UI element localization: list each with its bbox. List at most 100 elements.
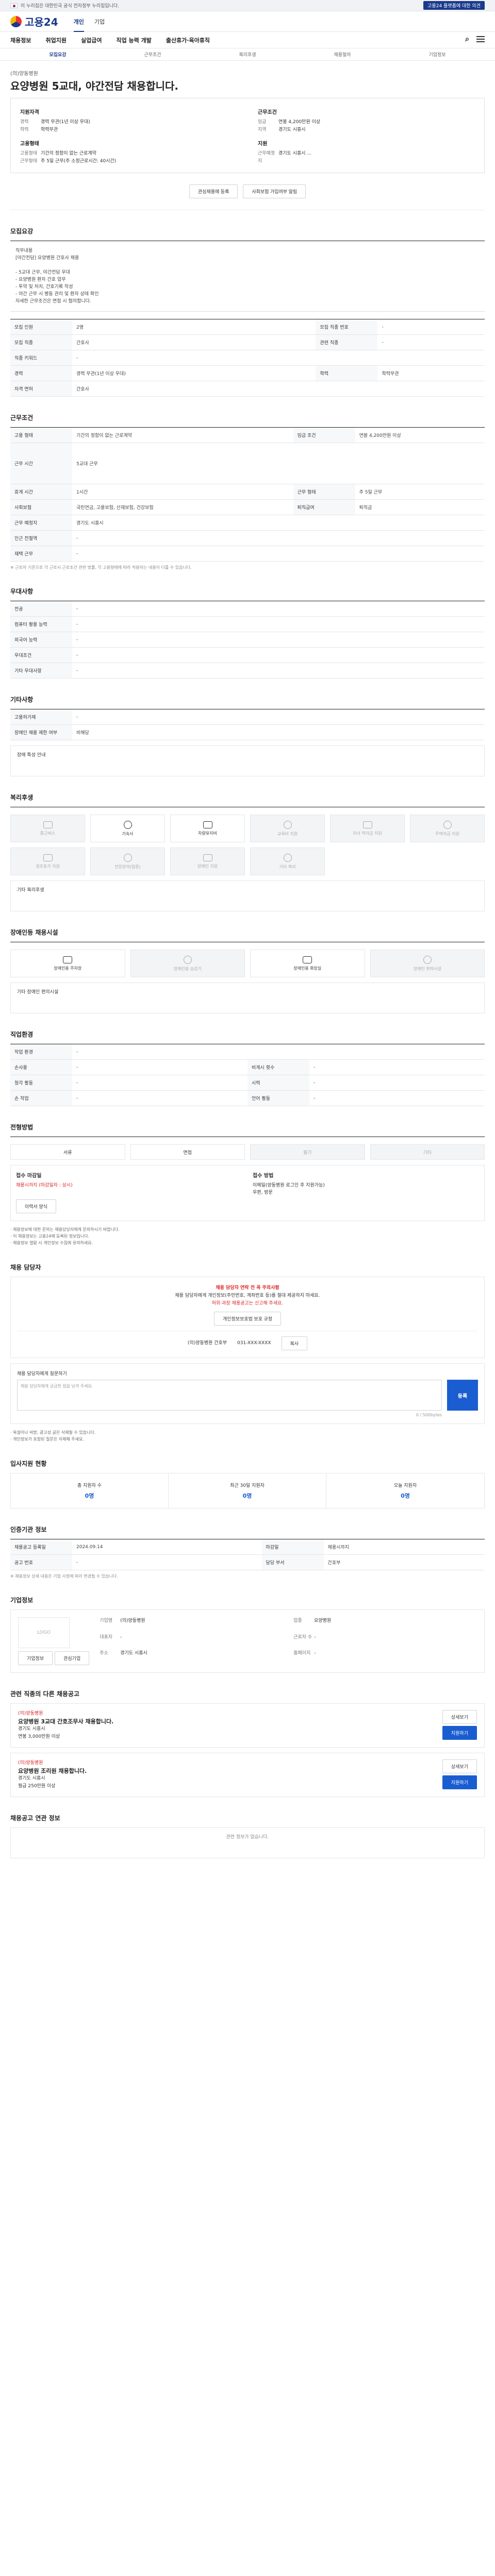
- deadline: 채용시까지 (마감일자 : 상시): [16, 1183, 73, 1188]
- kv-row: 지역 경기도 시흥시: [258, 127, 306, 132]
- tab-company[interactable]: 기업: [94, 18, 105, 26]
- related-item[interactable]: (의)양동병원 요양병원 조리원 채용합니다. 경기도 시흥시 월급 250만원…: [10, 1753, 485, 1797]
- feedback-pill[interactable]: 고용24 플랫폼에 대한 의견: [423, 1, 485, 10]
- summary-box: 지원자격 경력 경력 무관(1년 이상 우대) 학력 학력무관 고용형태 고용형태 기…: [10, 98, 485, 173]
- welfare-icon: [123, 853, 132, 862]
- section-disabled: 장애인등 채용시설 장애인용 주차장 장애인용 승강기 장애인용 화장실 장애인 편의…: [10, 911, 485, 1013]
- kv-row: 근무예정지 경기도 시흥시 ...: [258, 151, 311, 164]
- etc-note-box: 장애 특성 안내: [10, 745, 485, 776]
- detail-button[interactable]: 상세보기: [442, 1710, 477, 1724]
- welfare-card: 전문분야(업종): [90, 848, 165, 875]
- apply-info: 접수 마감일 채용시까지 (마감일자 : 상시) 이력서 양식 접수 방법 이메…: [10, 1165, 485, 1221]
- question-textarea[interactable]: 채용 담당자에게 궁금한 점을 남겨 주세요.: [17, 1380, 442, 1411]
- privacy-button[interactable]: 개인정보보호법 보호 규정: [213, 1312, 282, 1326]
- welfare-card: 통근버스: [10, 815, 85, 842]
- table-row: 청각 활동 - 시력 -: [10, 1075, 485, 1091]
- company-name[interactable]: (의)양동병원: [10, 69, 485, 77]
- section-title: 기업정보: [10, 1597, 34, 1604]
- welfare-icon: [43, 821, 53, 828]
- byte-count: 0 / 500bytes: [416, 1413, 442, 1417]
- kv-row: 고용형태 기간의 정함이 없는 근로계약: [20, 151, 96, 156]
- table-row: 외국어 능력 -: [10, 632, 485, 648]
- process-step: 필기: [250, 1144, 365, 1160]
- subtab[interactable]: 근무조건: [105, 51, 200, 58]
- subtab[interactable]: 복리후생: [200, 51, 295, 58]
- table-row: 우대조건 -: [10, 647, 485, 663]
- apply-button[interactable]: 지원하기: [442, 1775, 477, 1789]
- section-manager: 채용 담당자 채용 담당자 연락 전 꼭 주의사항 채용 담당자에게 개인정보(…: [10, 1246, 485, 1443]
- welfare-label: 교육비 지원: [277, 831, 298, 836]
- related-item[interactable]: (의)양동병원 요양병원 3교대 간호조무사 채용합니다. 경기도 시흥시 연봉…: [10, 1703, 485, 1748]
- section-title: 우대사항: [10, 588, 34, 595]
- table-row: 고용허가제 -: [10, 709, 485, 725]
- section-similar: 채용공고 연관 정보 관련 정보가 없습니다.: [10, 1797, 485, 1858]
- section-related: 관련 직종의 다른 채용공고 (의)양동병원 요양병원 3교대 간호조무사 채용…: [10, 1673, 485, 1797]
- kv-row: 경력 경력 무관(1년 이상 우대): [20, 120, 90, 125]
- detail-button[interactable]: 상세보기: [442, 1759, 477, 1773]
- insurance-button[interactable]: 사회보험 가입여부 알림: [243, 184, 306, 198]
- hamburger-icon[interactable]: [476, 36, 485, 42]
- subtab[interactable]: 모집요강: [10, 51, 105, 58]
- gnb-item[interactable]: 채용정보: [10, 36, 31, 44]
- info-note: ※ 채용정보 상세 내용은 기업 사정에 따라 변경될 수 있습니다.: [10, 1574, 118, 1579]
- gnb-item[interactable]: 출산휴가·육아휴직: [166, 36, 210, 44]
- table-row: 작업 환경 -: [10, 1044, 485, 1060]
- copy-button[interactable]: 복사: [281, 1336, 308, 1350]
- section-title: 복리후생: [10, 794, 34, 801]
- section-info: 인증기관 정보 채용공고 등록일 2024.09.14 마감일 채용시까지 공고 번호…: [10, 1509, 485, 1579]
- table-row: 고용 형태 기간의 정함이 없는 근로계약 임금 조건 연봉 4,200만원 이상: [10, 427, 485, 443]
- apply-button[interactable]: 지원하기: [442, 1726, 477, 1740]
- table-row: 공고 번호 - 담당 부서 간호부: [10, 1554, 485, 1570]
- stat-total: 총 지원자 수 0명: [11, 1473, 169, 1508]
- table-row: 자격 면허 간호사: [10, 381, 485, 397]
- process-step: 면접: [130, 1144, 245, 1160]
- resume-form-button[interactable]: 이력서 양식: [16, 1199, 56, 1213]
- welfare-label: 기숙사: [122, 831, 134, 836]
- table-row: 근무 시간 5교대 근무: [10, 443, 485, 484]
- job-table: 작업 환경 - 손사용 - 비게시 횟수 - 청각 활동 - 시력 - 손 작업 - 언어 활동 -: [10, 1044, 485, 1106]
- apply-method: 이메일(양동병원 로그인 후 지원가능): [253, 1183, 325, 1188]
- disabled-label: 장애인용 화장실: [293, 965, 322, 971]
- fav-company-button[interactable]: 관심기업: [55, 1651, 90, 1665]
- manager-tel: 031-XXX-XXXX: [237, 1341, 271, 1346]
- table-row: 컴퓨터 활용 능력 -: [10, 616, 485, 632]
- kv-row: 학력 학력무관: [20, 127, 58, 132]
- submit-question-button[interactable]: 등록: [447, 1380, 478, 1411]
- welfare-label: 장애인 지원: [197, 863, 218, 869]
- disabled-icon: [183, 955, 192, 964]
- gnb-item[interactable]: 취업지원: [45, 36, 66, 44]
- welfare-icon: [203, 854, 212, 861]
- korea-flag-icon: [10, 3, 18, 8]
- table-row: 손 작업 - 언어 활동 -: [10, 1090, 485, 1106]
- logo[interactable]: 고용24: [10, 14, 58, 29]
- section-title: 모집요강: [10, 228, 34, 235]
- manager-dept: (의)양동병원 간호부: [187, 1341, 227, 1346]
- company-info-button[interactable]: 기업정보: [18, 1651, 53, 1665]
- tab-personal[interactable]: 개인: [73, 18, 84, 32]
- welfare-card: 기숙사: [90, 815, 165, 842]
- gnb-item[interactable]: 직업 능력 개발: [116, 36, 151, 44]
- table-row: 근무 예정지 경기도 시흥시: [10, 515, 485, 531]
- apply-method-2: 우편, 방문: [253, 1190, 273, 1195]
- process-step: 서류: [10, 1144, 125, 1160]
- company-logo: LOGO: [18, 1617, 70, 1648]
- recruit-table: 모집 인원 2명 모집 직종 번호 - 모집 직종 간호사 관련 직종 - 직종 키워드 - …: [10, 319, 485, 397]
- gnb-item[interactable]: 실업급여: [81, 36, 102, 44]
- question-bullets: · 욕설이나 비방, 광고성 글은 삭제될 수 있습니다. · 개인정보가 포함…: [10, 1430, 96, 1442]
- stat-30d: 최근 30일 지원자 0명: [169, 1473, 326, 1508]
- subtab[interactable]: 채용절차: [295, 51, 390, 58]
- summary-heading: 고용형태: [20, 141, 39, 147]
- search-icon[interactable]: ⌕: [465, 35, 469, 43]
- welfare-card: 차량유지비: [170, 815, 245, 842]
- table-row: 모집 인원 2명 모집 직종 번호 -: [10, 319, 485, 335]
- welfare-card: 기타 복리: [250, 848, 325, 875]
- welfare-grid: 통근버스 기숙사 차량유지비 교육비 지원 자녀 학자금 지원 주택자금 지원 경조휴가 지…: [10, 807, 485, 875]
- bookmark-button[interactable]: 관심채용에 등록: [189, 184, 238, 198]
- question-box: 채용 담당자에게 질문하기 채용 담당자에게 궁금한 점을 남겨 주세요. 등록…: [10, 1363, 485, 1424]
- disabled-card: 장애인용 주차장: [10, 950, 125, 977]
- welfare-card: 장애인 지원: [170, 848, 245, 875]
- subtab[interactable]: 기업정보: [390, 51, 485, 58]
- section-title: 근무조건: [10, 414, 34, 421]
- recruit-text: 직무내용 [야간전담] 요양병원 간호사 채용 - 5교대 근무, 야간전담 우…: [10, 241, 485, 312]
- welfare-icon: [43, 854, 53, 861]
